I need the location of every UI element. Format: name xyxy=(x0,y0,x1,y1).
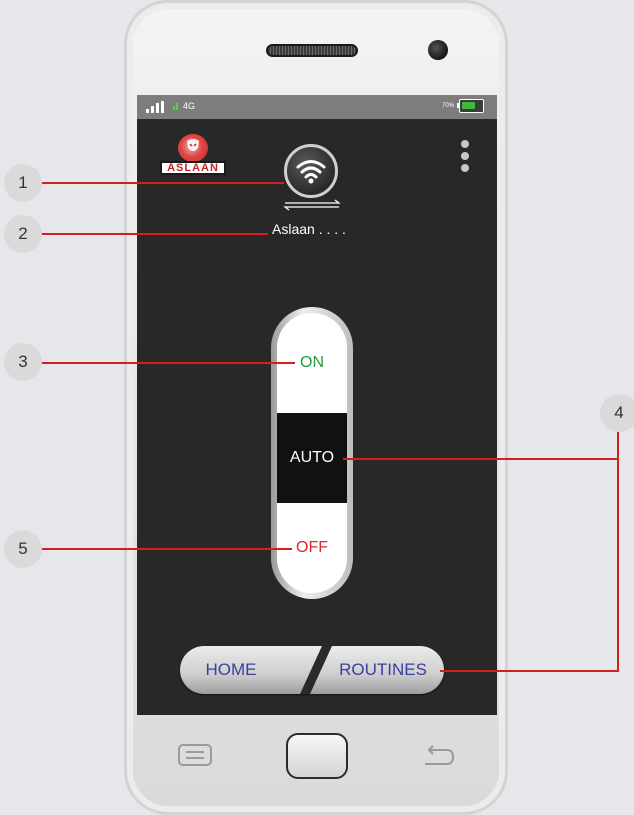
battery-level xyxy=(462,102,475,109)
callout-badge-5: 5 xyxy=(4,530,42,568)
callout-line-4-to-routines xyxy=(440,670,619,672)
lion-logo-icon xyxy=(178,134,208,162)
wifi-icon xyxy=(296,160,326,184)
callout-badge-4: 4 xyxy=(600,394,634,432)
back-key-icon[interactable] xyxy=(421,744,455,768)
device-name: Aslaan . . . . xyxy=(272,221,346,237)
routines-button[interactable]: ROUTINES xyxy=(312,646,444,694)
battery-percent: 70% xyxy=(442,103,455,109)
callout-badge-3: 3 xyxy=(4,343,42,381)
wifi-connect-button[interactable] xyxy=(284,144,338,198)
swap-arrows-icon xyxy=(283,199,341,211)
callout-line-1 xyxy=(42,182,284,184)
signal-icon xyxy=(146,101,164,113)
auto-button[interactable]: AUTO xyxy=(277,413,347,503)
callout-line-5 xyxy=(42,548,292,550)
callout-line-2 xyxy=(42,233,268,235)
speaker-grille xyxy=(266,44,358,57)
mode-switch-track: ON AUTO OFF xyxy=(277,313,347,593)
network-type: 4G xyxy=(183,101,196,111)
battery-icon xyxy=(459,99,484,113)
menu-key-icon[interactable] xyxy=(178,744,212,766)
brand-wordmark: ASLAAN xyxy=(160,161,226,175)
bottom-nav: HOME ROUTINES xyxy=(180,646,444,694)
callout-line-4-vertical xyxy=(617,432,619,672)
callout-badge-1: 1 xyxy=(4,164,42,202)
callout-badge-2: 2 xyxy=(4,215,42,253)
more-vert-icon[interactable] xyxy=(458,140,472,176)
home-key[interactable] xyxy=(286,733,348,779)
data-signal-icon xyxy=(173,103,179,110)
front-camera xyxy=(428,40,448,60)
callout-line-3 xyxy=(42,362,295,364)
callout-line-4-to-auto xyxy=(343,458,619,460)
